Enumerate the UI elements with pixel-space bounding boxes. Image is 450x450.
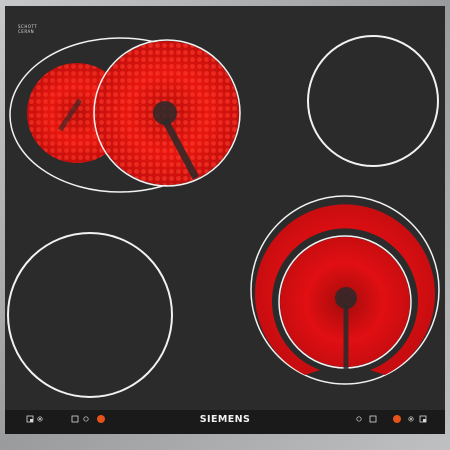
on-indicator-right bbox=[393, 415, 401, 423]
on-indicator-left bbox=[97, 415, 105, 423]
schott-ceran-logo: SCHOTT CERAN bbox=[18, 24, 58, 34]
cooktop-drawing bbox=[0, 0, 450, 450]
brand-logo: SIEMENS bbox=[199, 414, 251, 425]
cooktop: SCHOTT CERAN SIEMENS bbox=[0, 0, 450, 450]
glass-brand-line-2: CERAN bbox=[18, 29, 35, 34]
